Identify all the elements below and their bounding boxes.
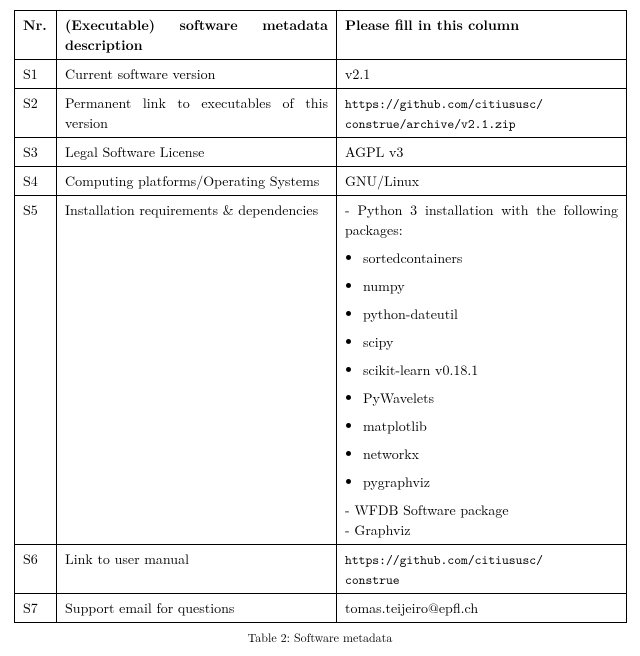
row-desc: Support email for questions <box>57 594 337 623</box>
row-nr: S7 <box>15 594 57 623</box>
packages-list: sortedcontainers numpy python-dateutil s… <box>363 248 618 492</box>
row-val: v2.1 <box>337 60 627 89</box>
link-text: https://github.com/citiususc/ <box>345 96 543 113</box>
list-item: scikit-learn v0.18.1 <box>363 360 618 380</box>
list-item: sortedcontainers <box>363 248 618 268</box>
row-nr: S2 <box>15 89 57 138</box>
list-item: pygraphviz <box>363 472 618 492</box>
row-desc: Link to user manual <box>57 545 337 594</box>
table-row: S3 Legal Software License AGPL v3 <box>15 138 627 167</box>
row-nr: S3 <box>15 138 57 167</box>
table-row: S2 Permanent link to executables of this… <box>15 89 627 138</box>
list-item: python-dateutil <box>363 304 618 324</box>
row-val: GNU/Linux <box>337 167 627 196</box>
row-nr: S1 <box>15 60 57 89</box>
header-desc: (Executable) software metadata descripti… <box>57 11 337 60</box>
list-item: networkx <box>363 444 618 464</box>
list-item: matplotlib <box>363 416 618 436</box>
row-nr: S4 <box>15 167 57 196</box>
header-nr: Nr. <box>15 11 57 60</box>
row-desc: Current software version <box>57 60 337 89</box>
list-item: numpy <box>363 276 618 296</box>
header-row: Nr. (Executable) software metadata descr… <box>15 11 627 60</box>
row-desc: Permanent link to executables of this ve… <box>57 89 337 138</box>
link-text: https://github.com/citiususc/ <box>345 552 543 569</box>
row-val: https://github.com/citiususc/ construe/a… <box>337 89 627 138</box>
row-val: tomas.teijeiro@epfl.ch <box>337 594 627 623</box>
table-row: S7 Support email for questions tomas.tei… <box>15 594 627 623</box>
table-caption: Table 2: Software metadata <box>14 629 626 646</box>
row-val: AGPL v3 <box>337 138 627 167</box>
table-row: S1 Current software version v2.1 <box>15 60 627 89</box>
table-row: S5 Installation requirements & dependenc… <box>15 196 627 545</box>
link-text: construe/archive/v2.1.zip <box>345 116 516 133</box>
row-nr: S5 <box>15 196 57 545</box>
deps-extra: - WFDB Software package <box>345 500 618 520</box>
link-text: construe <box>345 572 400 589</box>
row-desc: Legal Software License <box>57 138 337 167</box>
software-metadata-table: Nr. (Executable) software metadata descr… <box>14 10 627 623</box>
list-item: scipy <box>363 332 618 352</box>
row-desc: Installation requirements & dependencies <box>57 196 337 545</box>
table-row: S4 Computing platforms/Operating Systems… <box>15 167 627 196</box>
deps-extra: - Graphviz <box>345 520 618 540</box>
row-nr: S6 <box>15 545 57 594</box>
row-desc: Computing platforms/Operating Systems <box>57 167 337 196</box>
deps-intro: - Python 3 installation with the followi… <box>345 200 618 240</box>
header-val: Please fill in this column <box>337 11 627 60</box>
row-val: https://github.com/citiususc/ construe <box>337 545 627 594</box>
table-row: S6 Link to user manual https://github.co… <box>15 545 627 594</box>
row-val: - Python 3 installation with the followi… <box>337 196 627 545</box>
list-item: PyWavelets <box>363 388 618 408</box>
